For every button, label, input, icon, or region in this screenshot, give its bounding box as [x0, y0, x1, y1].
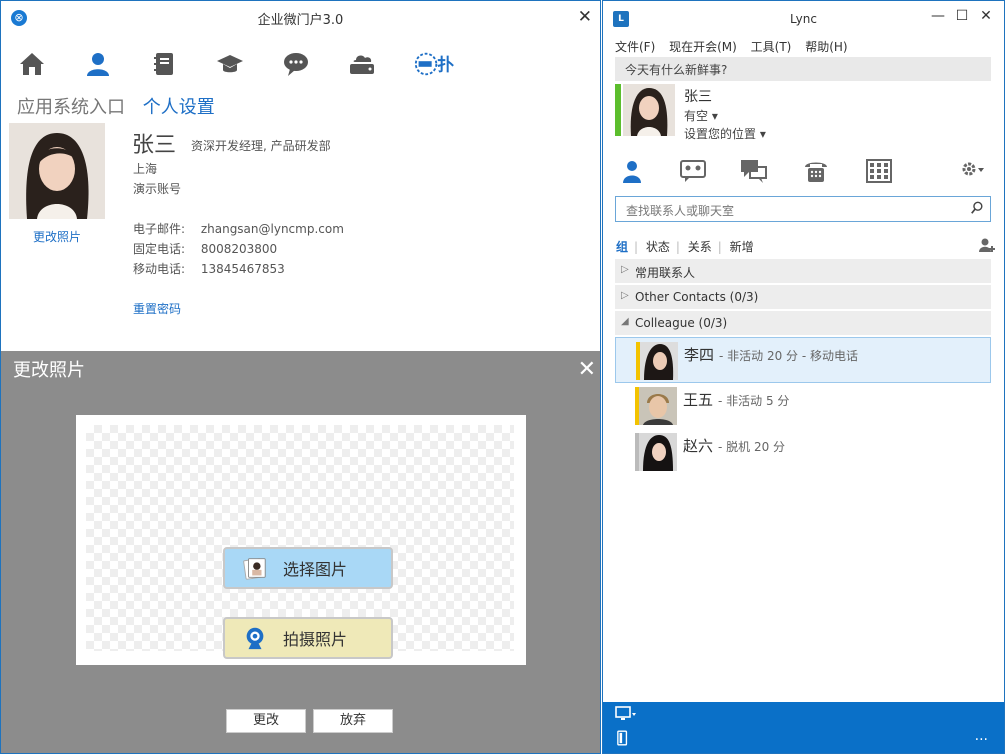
contact-status: - 非活动 5 分 [718, 394, 790, 408]
self-avatar[interactable] [623, 84, 675, 136]
filter-status[interactable]: 状态 [646, 240, 670, 254]
email-row: 电子邮件: zhangsan@lyncmp.com [133, 220, 344, 237]
group-colleague[interactable]: ◢ Colleague (0/3) [615, 311, 991, 335]
contact-li-si[interactable]: 李四 - 非活动 20 分 - 移动电话 [615, 337, 991, 383]
dialog-title: 更改照片 [13, 360, 85, 381]
menu-bar: 文件(F) 现在开会(M) 工具(T) 帮助(H) [615, 38, 858, 55]
minimize-button[interactable]: — [928, 8, 948, 24]
mobile-row: 移动电话: 13845467853 [133, 260, 285, 277]
contact-name: 李四 [684, 346, 715, 364]
menu-help[interactable]: 帮助(H) [805, 40, 847, 54]
reset-password-link[interactable]: 重置密码 [133, 300, 181, 317]
take-photo-label: 拍摄照片 [283, 630, 348, 649]
select-image-label: 选择图片 [283, 560, 348, 579]
profile-job-title: 资深开发经理, 产品研发部 [191, 139, 331, 153]
contact-name: 王五 [683, 391, 714, 409]
email-label: 电子邮件: [133, 222, 186, 236]
settings-gear-icon[interactable] [955, 156, 989, 186]
contact-avatar [639, 433, 677, 471]
portal-tabs: 应用系统入口 个人设置 [17, 93, 227, 119]
lync-bottom-bar: ... [603, 702, 1004, 753]
mobile-value: 13845467853 [200, 262, 285, 276]
phone-value: 8008203800 [200, 242, 278, 256]
contact-search-input[interactable]: 查找联系人或聊天室 [615, 196, 991, 222]
avatar [9, 123, 105, 219]
profile-name: 张三 [132, 133, 177, 158]
phone-row: 固定电话: 8008203800 [133, 240, 277, 257]
conversations-tab-icon[interactable] [737, 156, 771, 186]
collapse-arrow-icon: ◢ [621, 316, 629, 327]
tab-app-entry[interactable]: 应用系统入口 [17, 97, 125, 118]
contact-zhao-liu[interactable]: 赵六 - 脱机 20 分 [615, 429, 991, 475]
email-value: zhangsan@lyncmp.com [200, 222, 344, 236]
cloud-drive-icon[interactable] [345, 47, 379, 81]
phone-label: 固定电话: [133, 242, 186, 256]
portal-titlebar: ⊗ 企业微门户3.0 ✕ [1, 1, 600, 33]
select-image-button[interactable]: 选择图片 [223, 547, 393, 589]
notebook-icon[interactable] [147, 47, 181, 81]
photo-preview-panel: 选择图片 拍摄照片 [76, 415, 526, 665]
chat-bubble-icon[interactable] [279, 47, 313, 81]
contacts-tab-icon[interactable] [615, 156, 649, 186]
take-photo-button[interactable]: 拍摄照片 [223, 617, 393, 659]
svg-text:扑: 扑 [437, 55, 454, 75]
search-icon[interactable] [970, 201, 984, 218]
chat-rooms-tab-icon[interactable] [676, 156, 710, 186]
filter-groups[interactable]: 组 [616, 240, 628, 254]
brand-logo-icon[interactable]: 扑 [411, 47, 471, 81]
change-photo-dialog: 更改照片 ✕ 选择图片 拍摄照片 更改 放弃 [1, 351, 600, 753]
contact-wang-wu[interactable]: 王五 - 非活动 5 分 [615, 383, 991, 429]
present-screen-icon[interactable] [615, 706, 637, 726]
profile-city: 上海 [133, 162, 158, 176]
expand-arrow-icon: ▷ [621, 264, 629, 275]
contact-status: - 非活动 20 分 - 移动电话 [719, 349, 859, 363]
self-presence-indicator [615, 84, 621, 136]
self-name: 张三 [684, 89, 712, 105]
contact-status: - 脱机 20 分 [718, 440, 786, 454]
device-icon[interactable] [617, 729, 629, 750]
tab-personal-settings[interactable]: 个人设置 [143, 97, 215, 118]
contact-avatar [639, 387, 677, 425]
graduation-cap-icon[interactable] [213, 47, 247, 81]
profile-account: 演示账号 [133, 182, 182, 196]
set-location-dropdown[interactable]: 设置您的位置 ▾ [684, 125, 766, 142]
lync-close-button[interactable]: ✕ [976, 8, 996, 24]
expand-arrow-icon: ▷ [621, 290, 629, 301]
group-label: 常用联系人 [635, 266, 696, 280]
menu-meet-now[interactable]: 现在开会(M) [669, 40, 737, 54]
portal-close-button[interactable]: ✕ [578, 7, 592, 27]
group-other-contacts[interactable]: ▷ Other Contacts (0/3) [615, 285, 991, 309]
contact-view-filters: 组 | 状态 | 关系 | 新增 [616, 240, 754, 254]
menu-tools[interactable]: 工具(T) [751, 40, 792, 54]
portal-window: ⊗ 企业微门户3.0 ✕ 扑 应用系统入口 个人设置 更改照片 张三 资深开发经… [0, 0, 601, 754]
lync-window: L Lync — ☐ ✕ 文件(F) 现在开会(M) 工具(T) 帮助(H) 今… [602, 0, 1005, 754]
change-photo-link[interactable]: 更改照片 [9, 228, 105, 245]
phone-tab-icon[interactable] [799, 156, 833, 186]
filter-new[interactable]: 新增 [730, 240, 754, 254]
dialog-close-button[interactable]: ✕ [578, 357, 596, 382]
more-options-button[interactable]: ... [975, 728, 988, 744]
add-contact-icon[interactable] [978, 237, 996, 256]
contact-name: 赵六 [683, 437, 714, 455]
portal-window-title: 企业微门户3.0 [257, 13, 344, 28]
home-icon[interactable] [15, 47, 49, 81]
confirm-change-button[interactable]: 更改 [226, 709, 306, 733]
maximize-button[interactable]: ☐ [952, 8, 972, 24]
self-status-dropdown[interactable]: 有空 ▾ [684, 107, 718, 124]
mobile-label: 移动电话: [133, 262, 186, 276]
filter-relationships[interactable]: 关系 [688, 240, 712, 254]
calendar-tab-icon[interactable] [862, 156, 896, 186]
person-icon[interactable] [81, 47, 115, 81]
group-label: Other Contacts (0/3) [635, 290, 759, 304]
contact-avatar [640, 342, 678, 380]
whats-new-input[interactable]: 今天有什么新鲜事? [615, 57, 991, 81]
group-label: Colleague (0/3) [635, 316, 728, 330]
menu-file[interactable]: 文件(F) [615, 40, 655, 54]
picture-icon [241, 554, 269, 582]
webcam-icon [241, 624, 269, 652]
discard-button[interactable]: 放弃 [313, 709, 393, 733]
group-frequent-contacts[interactable]: ▷ 常用联系人 [615, 259, 991, 283]
